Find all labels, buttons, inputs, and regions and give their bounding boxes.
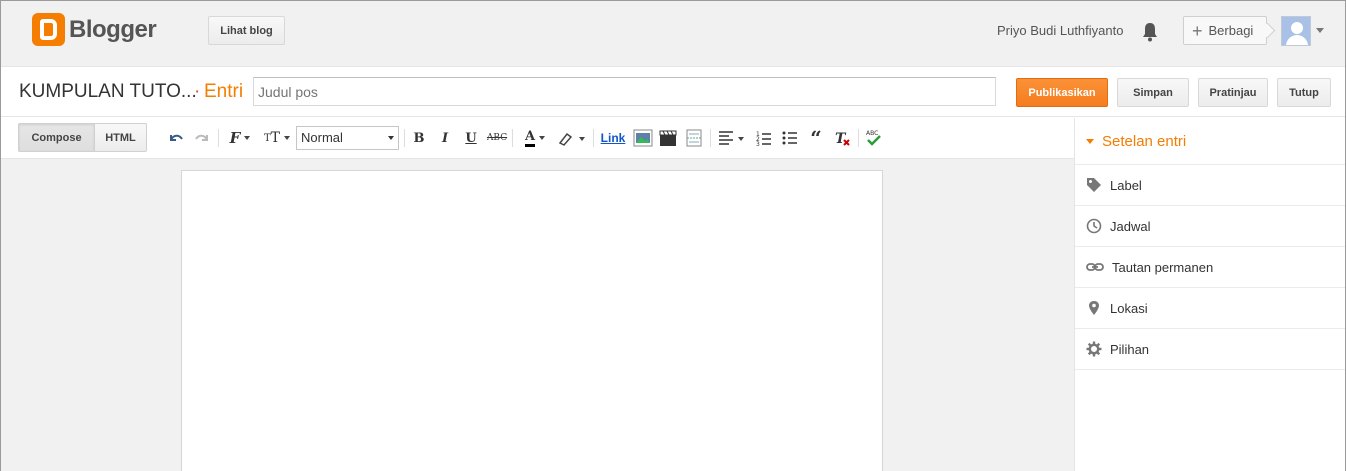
post-title-input[interactable]: [253, 77, 996, 106]
undo-icon[interactable]: [167, 129, 185, 147]
breadcrumb-separator: ·: [194, 81, 201, 102]
view-blog-button[interactable]: Lihat blog: [208, 16, 285, 45]
blogger-logo-icon: [32, 13, 65, 46]
share-label: Berbagi: [1208, 23, 1254, 38]
compose-mode-button[interactable]: Compose: [18, 123, 95, 152]
user-name[interactable]: Priyo Budi Luthfiyanto: [997, 23, 1123, 38]
italic-icon[interactable]: I: [437, 129, 453, 147]
post-settings-title: Setelan entri: [1102, 132, 1187, 150]
sidebar-item-schedule[interactable]: Jadwal: [1075, 206, 1345, 247]
insert-jump-break-icon[interactable]: [685, 129, 703, 147]
blogger-logo[interactable]: Blogger: [32, 13, 157, 46]
post-body-editor[interactable]: [181, 170, 883, 471]
editor-toolbar: Compose HTML F TT Normal B I U ABC A Lin…: [1, 118, 1074, 159]
post-settings-sidebar: Setelan entri Label Jadwal Tautan perman…: [1074, 118, 1345, 471]
remove-formatting-icon[interactable]: T: [833, 129, 851, 147]
post-title-row: KUMPULAN TUTO... · Entri Publikasikan Si…: [1, 67, 1345, 117]
gear-icon: [1086, 341, 1102, 357]
underline-icon[interactable]: U: [463, 129, 479, 147]
link-button[interactable]: Link: [599, 129, 627, 147]
sidebar-item-options[interactable]: Pilihan: [1075, 329, 1345, 370]
sidebar-item-text: Jadwal: [1110, 218, 1151, 234]
chevron-down-icon[interactable]: [1316, 28, 1324, 33]
top-bar: Blogger Lihat blog Priyo Budi Luthfiyant…: [1, 1, 1345, 67]
link-icon: [1086, 263, 1104, 271]
bold-icon[interactable]: B: [411, 129, 427, 147]
blog-name: KUMPULAN TUTO...: [19, 81, 197, 102]
numbered-list-icon[interactable]: 123: [755, 129, 773, 147]
redo-icon[interactable]: [193, 129, 211, 147]
notification-bell-icon[interactable]: [1141, 22, 1159, 42]
tag-icon: [1087, 178, 1101, 192]
svg-text:ABC: ABC: [866, 130, 878, 137]
strikethrough-icon[interactable]: ABC: [487, 129, 507, 147]
format-select-value: Normal: [301, 130, 343, 145]
location-pin-icon: [1089, 301, 1099, 315]
sidebar-item-label[interactable]: Label: [1075, 165, 1345, 206]
preview-button[interactable]: Pratinjau: [1198, 78, 1268, 107]
editor-area: [1, 159, 1074, 471]
insert-video-icon[interactable]: [659, 129, 677, 147]
text-color-icon[interactable]: A: [519, 129, 551, 147]
quote-icon[interactable]: “: [807, 126, 825, 150]
collapse-triangle-icon: [1086, 138, 1094, 144]
highlight-color-icon[interactable]: [557, 129, 587, 147]
align-icon[interactable]: [717, 129, 747, 147]
sidebar-item-text: Lokasi: [1110, 300, 1148, 316]
format-select[interactable]: Normal: [296, 126, 399, 150]
sidebar-item-text: Pilihan: [1110, 341, 1150, 357]
sidebar-item-location[interactable]: Lokasi: [1075, 288, 1345, 329]
svg-text:3: 3: [756, 141, 760, 147]
insert-image-icon[interactable]: [633, 129, 653, 147]
close-button[interactable]: Tutup: [1277, 78, 1331, 107]
app-name: Blogger: [69, 15, 157, 43]
bulleted-list-icon[interactable]: [781, 129, 799, 147]
share-button[interactable]: + Berbagi: [1183, 16, 1267, 45]
section-label: Entri: [204, 81, 244, 102]
font-size-icon[interactable]: TT: [262, 129, 292, 147]
clock-icon: [1086, 218, 1102, 234]
spell-check-icon[interactable]: ABC: [865, 129, 883, 147]
plus-icon: +: [1192, 20, 1203, 41]
sidebar-item-text: Tautan permanen: [1112, 259, 1214, 275]
publish-button[interactable]: Publikasikan: [1016, 78, 1108, 107]
post-settings-header[interactable]: Setelan entri: [1075, 118, 1345, 165]
font-family-icon[interactable]: F: [225, 129, 255, 147]
avatar[interactable]: [1281, 16, 1311, 46]
sidebar-item-text: Label: [1110, 177, 1142, 193]
save-button[interactable]: Simpan: [1117, 78, 1189, 107]
html-mode-button[interactable]: HTML: [94, 123, 147, 152]
sidebar-item-permalink[interactable]: Tautan permanen: [1075, 247, 1345, 288]
